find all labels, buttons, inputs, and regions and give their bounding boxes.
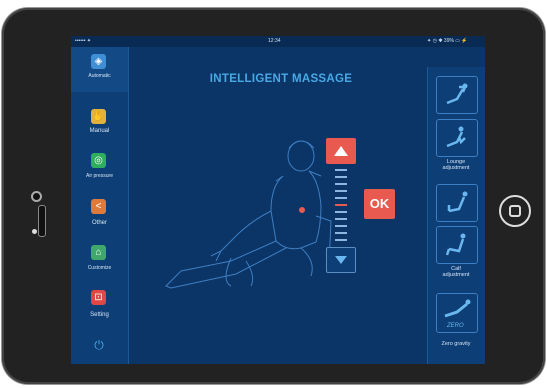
triangle-up-icon xyxy=(334,146,348,156)
home-square-icon xyxy=(509,205,521,217)
move-up-button[interactable] xyxy=(326,138,356,164)
home-button[interactable] xyxy=(499,195,531,227)
scale-current-marker xyxy=(335,204,347,206)
massage-point-marker xyxy=(299,207,305,213)
move-down-button[interactable] xyxy=(326,247,356,273)
body-outline-illustration xyxy=(165,140,332,289)
app-screen: •••••• ✦ 12:34 ✦ ◷ ✱ 39% ▭ ⚡ ◈ Automatic… xyxy=(71,36,485,364)
camera-icon xyxy=(31,191,42,202)
ok-button[interactable]: OK xyxy=(364,189,395,219)
slot-icon xyxy=(38,205,46,237)
triangle-down-icon xyxy=(335,256,347,264)
indicator-dot xyxy=(32,229,37,234)
side-sensors xyxy=(28,191,48,251)
